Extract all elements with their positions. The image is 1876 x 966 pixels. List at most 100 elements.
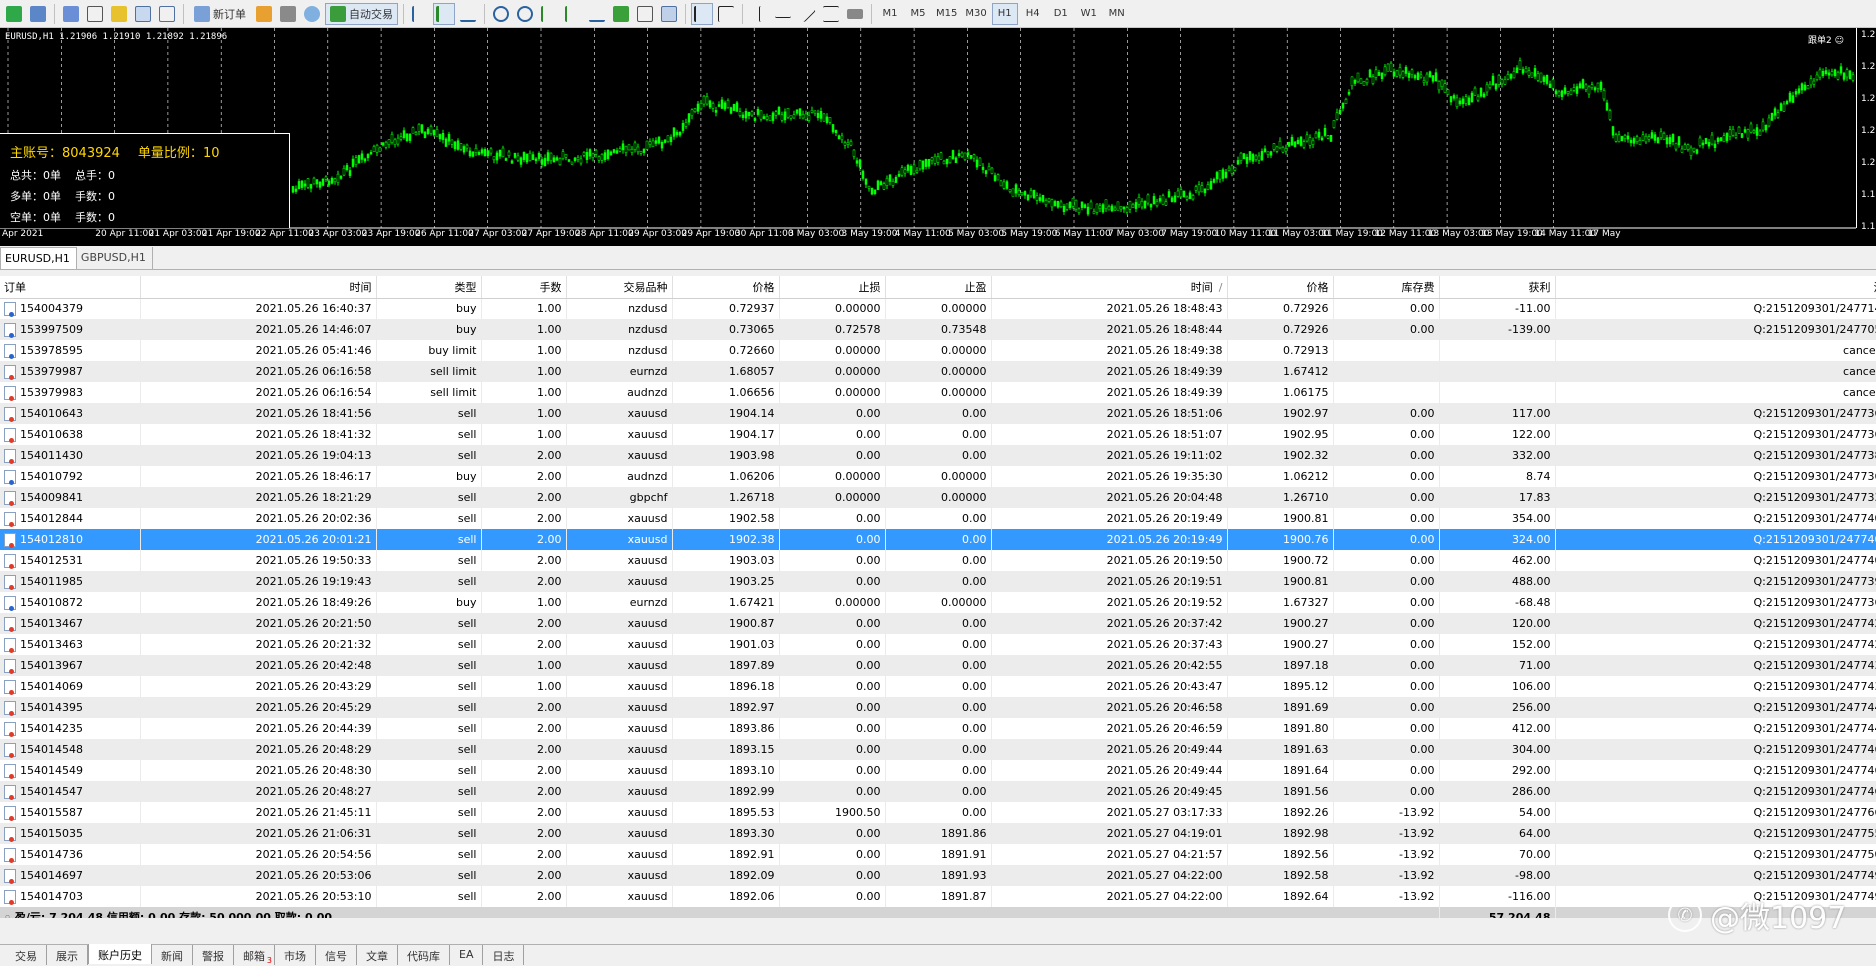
- vertical-line-button[interactable]: [748, 3, 770, 25]
- timeframe-mn-button[interactable]: MN: [1104, 3, 1130, 25]
- timeframe-m1-button[interactable]: M1: [877, 3, 903, 25]
- table-row[interactable]: 153979987 2021.05.26 06:16:58 sell limit 1.…: [0, 361, 1876, 382]
- table-row[interactable]: 154014703 2021.05.26 20:53:10 sell 2.00 xauu…: [0, 886, 1876, 907]
- market-watch-button[interactable]: [60, 3, 82, 25]
- candlestick-button[interactable]: [433, 2, 455, 25]
- indicators-button[interactable]: [610, 3, 632, 25]
- timeframe-m15-button[interactable]: M15: [933, 3, 960, 25]
- table-row[interactable]: 154013967 2021.05.26 20:42:48 sell 1.00 xauu…: [0, 655, 1876, 676]
- text-label-button[interactable]: [844, 3, 866, 25]
- table-row[interactable]: 154011985 2021.05.26 19:19:43 sell 2.00 xauu…: [0, 571, 1876, 592]
- column-header[interactable]: 订单: [0, 276, 141, 299]
- column-header[interactable]: 类型: [376, 276, 482, 299]
- table-row[interactable]: 153997509 2021.05.26 14:46:07 buy 1.00 nzdus…: [0, 319, 1876, 340]
- column-header[interactable]: 手数: [481, 276, 567, 299]
- table-row[interactable]: 154010792 2021.05.26 18:46:17 buy 2.00 audnz…: [0, 466, 1876, 487]
- terminal-tab[interactable]: 邮箱 3: [234, 945, 275, 965]
- tile-windows-button[interactable]: [538, 3, 560, 25]
- vps-button[interactable]: [301, 3, 323, 25]
- templates-button[interactable]: [658, 3, 680, 25]
- terminal-tab[interactable]: 新闻: [152, 945, 193, 965]
- candle-body: [735, 102, 739, 112]
- zoom-out-button[interactable]: [514, 3, 536, 25]
- table-row[interactable]: 154012531 2021.05.26 19:50:33 sell 2.00 xauu…: [0, 550, 1876, 571]
- table-row[interactable]: 154012810 2021.05.26 20:01:21 sell 2.00 xauu…: [0, 529, 1876, 550]
- price-chart[interactable]: EURUSD,H1 1.21906 1.21910 1.21892 1.2189…: [0, 28, 1876, 246]
- auto-trading-button[interactable]: 自动交易: [325, 2, 398, 25]
- chart-shift-button[interactable]: [562, 3, 584, 25]
- terminal-tab[interactable]: 市场: [275, 945, 316, 965]
- autoscroll-button[interactable]: [586, 3, 608, 25]
- table-row[interactable]: 154011430 2021.05.26 19:04:13 sell 2.00 xauu…: [0, 445, 1876, 466]
- table-row[interactable]: 154009841 2021.05.26 18:21:29 sell 2.00 gbpc…: [0, 487, 1876, 508]
- signals-button[interactable]: [277, 3, 299, 25]
- table-row[interactable]: 154014736 2021.05.26 20:54:56 sell 2.00 xauu…: [0, 844, 1876, 865]
- table-row[interactable]: 154014548 2021.05.26 20:48:29 sell 2.00 xauu…: [0, 739, 1876, 760]
- new-chart-button[interactable]: [3, 3, 25, 25]
- column-header[interactable]: 止损: [779, 276, 886, 299]
- terminal-tab[interactable]: 代码库: [398, 945, 450, 965]
- chart-tab-eurusd[interactable]: EURUSD,H1: [0, 247, 77, 269]
- terminal-tab[interactable]: 日志: [483, 945, 525, 965]
- table-row[interactable]: 154010643 2021.05.26 18:41:56 sell 1.00 xauu…: [0, 403, 1876, 424]
- channel-button[interactable]: [820, 3, 842, 25]
- chart-tab-gbpusd[interactable]: GBPUSD,H1: [77, 247, 153, 269]
- table-row[interactable]: 154015587 2021.05.26 21:45:11 sell 2.00 xauu…: [0, 802, 1876, 823]
- timeframe-w1-button[interactable]: W1: [1076, 3, 1102, 25]
- table-row[interactable]: 154015035 2021.05.26 21:06:31 sell 2.00 xauu…: [0, 823, 1876, 844]
- table-row[interactable]: 153978595 2021.05.26 05:41:46 buy limit 1.0…: [0, 340, 1876, 361]
- column-header[interactable]: 交易品种: [566, 276, 673, 299]
- table-cell: 1892.64: [1227, 886, 1334, 907]
- table-cell: 2.00: [481, 760, 567, 781]
- navigator-button[interactable]: [108, 3, 130, 25]
- cursor-button[interactable]: [691, 2, 713, 25]
- horizontal-line-button[interactable]: [772, 3, 794, 25]
- table-row[interactable]: 154014547 2021.05.26 20:48:27 sell 2.00 xauu…: [0, 781, 1876, 802]
- table-row[interactable]: 154014549 2021.05.26 20:48:30 sell 2.00 xauu…: [0, 760, 1876, 781]
- terminal-tab[interactable]: 信号: [316, 945, 357, 965]
- table-row[interactable]: 154013467 2021.05.26 20:21:50 sell 2.00 xauu…: [0, 613, 1876, 634]
- table-row[interactable]: 154013463 2021.05.26 20:21:32 sell 2.00 xauu…: [0, 634, 1876, 655]
- timeframe-h4-button[interactable]: H4: [1020, 3, 1046, 25]
- tester-button[interactable]: [156, 3, 178, 25]
- terminal-tab[interactable]: 展示: [47, 945, 88, 965]
- timeframe-h1-button[interactable]: H1: [991, 2, 1018, 25]
- candle-body: [1749, 123, 1753, 133]
- timeframe-m30-button[interactable]: M30: [962, 3, 989, 25]
- column-header[interactable]: 时间: [140, 276, 377, 299]
- bar-chart-button[interactable]: [409, 3, 431, 25]
- timeframe-m5-button[interactable]: M5: [905, 3, 931, 25]
- data-window-button[interactable]: [84, 3, 106, 25]
- zoom-in-button[interactable]: [490, 3, 512, 25]
- column-header[interactable]: 注释: [1555, 276, 1876, 299]
- terminal-tab[interactable]: 交易: [6, 945, 47, 965]
- periodicity-button[interactable]: [634, 3, 656, 25]
- line-chart-button[interactable]: [457, 3, 479, 25]
- crosshair-button[interactable]: [715, 3, 737, 25]
- metaeditor-button[interactable]: [253, 3, 275, 25]
- terminal-tab[interactable]: 文章: [357, 945, 398, 965]
- terminal-tab[interactable]: 账户历史: [88, 944, 152, 964]
- table-row[interactable]: 154014069 2021.05.26 20:43:29 sell 1.00 xauu…: [0, 676, 1876, 697]
- column-header[interactable]: 时间 /: [991, 276, 1228, 299]
- timeframe-d1-button[interactable]: D1: [1048, 3, 1074, 25]
- new-order-button[interactable]: 新订单: [189, 3, 251, 25]
- table-row[interactable]: 153979983 2021.05.26 06:16:54 sell limit 1.…: [0, 382, 1876, 403]
- terminal-button[interactable]: [132, 3, 154, 25]
- column-header[interactable]: 止盈: [885, 276, 992, 299]
- table-row[interactable]: 154010872 2021.05.26 18:49:26 buy 1.00 eurnz…: [0, 592, 1876, 613]
- terminal-tab[interactable]: 警报: [193, 945, 234, 965]
- column-header[interactable]: 获利: [1439, 276, 1556, 299]
- table-row[interactable]: 154012844 2021.05.26 20:02:36 sell 2.00 xauu…: [0, 508, 1876, 529]
- profiles-button[interactable]: [27, 3, 49, 25]
- table-row[interactable]: 154004379 2021.05.26 16:40:37 buy 1.00 nzdus…: [0, 298, 1876, 319]
- table-row[interactable]: 154014235 2021.05.26 20:44:39 sell 2.00 xauu…: [0, 718, 1876, 739]
- table-row[interactable]: 154010638 2021.05.26 18:41:32 sell 1.00 xauu…: [0, 424, 1876, 445]
- trendline-button[interactable]: [796, 3, 818, 25]
- terminal-tab[interactable]: EA: [450, 945, 484, 965]
- table-row[interactable]: 154014395 2021.05.26 20:45:29 sell 2.00 xauu…: [0, 697, 1876, 718]
- column-header[interactable]: 价格: [1227, 276, 1334, 299]
- column-header[interactable]: 库存费: [1333, 276, 1440, 299]
- column-header[interactable]: 价格: [672, 276, 780, 299]
- table-row[interactable]: 154014697 2021.05.26 20:53:06 sell 2.00 xauu…: [0, 865, 1876, 886]
